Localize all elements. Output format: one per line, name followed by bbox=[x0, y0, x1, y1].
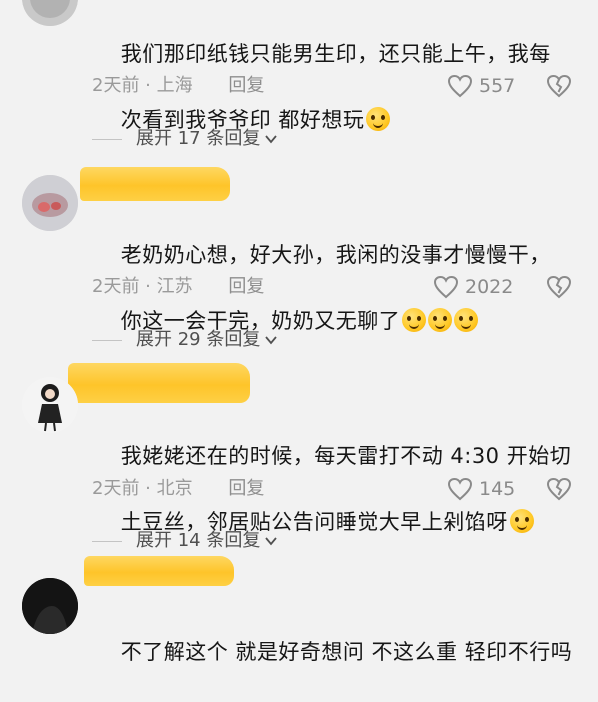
divider bbox=[92, 138, 122, 140]
time-location: 2天前 · 江苏 bbox=[92, 276, 193, 297]
crying-emoji-icon bbox=[402, 308, 427, 332]
expand-replies-button[interactable]: 展开 29 条回复 bbox=[92, 325, 278, 355]
like-count: 557 bbox=[479, 75, 516, 97]
sweat-smile-emoji-icon bbox=[509, 509, 534, 533]
username-redacted bbox=[68, 363, 250, 403]
like-count: 2022 bbox=[465, 276, 514, 298]
like-button[interactable]: 2022 bbox=[433, 272, 513, 302]
like-button[interactable]: 557 bbox=[447, 71, 515, 101]
chevron-down-icon bbox=[265, 336, 278, 345]
expand-replies-button[interactable]: 展开 17 条回复 bbox=[92, 124, 278, 154]
avatar[interactable] bbox=[22, 0, 78, 26]
avatar[interactable] bbox=[22, 377, 78, 433]
divider bbox=[92, 339, 122, 341]
reply-button[interactable]: 回复 bbox=[228, 276, 264, 297]
chevron-down-icon bbox=[265, 135, 278, 144]
username-redacted bbox=[80, 167, 230, 201]
reply-button[interactable]: 回复 bbox=[228, 75, 264, 96]
heart-icon bbox=[433, 275, 459, 299]
crying-emoji-icon bbox=[454, 308, 479, 332]
divider bbox=[92, 540, 122, 542]
crying-emoji-icon bbox=[428, 308, 453, 332]
like-count: 145 bbox=[479, 478, 516, 500]
reply-button[interactable]: 回复 bbox=[228, 478, 264, 499]
comment-meta: 2天前 · 北京 回复 bbox=[92, 474, 264, 504]
comment-meta: 2天前 · 江苏 回复 bbox=[92, 272, 264, 302]
time-location: 2天前 · 上海 bbox=[92, 75, 193, 96]
heart-icon bbox=[447, 477, 473, 501]
comment-text: 不了解这个 就是好奇想问 不这么重 轻印不行吗 bbox=[120, 640, 573, 664]
expand-replies-button[interactable]: 展开 14 条回复 bbox=[92, 526, 278, 556]
username-redacted bbox=[84, 556, 234, 586]
broken-heart-icon[interactable] bbox=[546, 476, 572, 502]
broken-heart-icon[interactable] bbox=[546, 274, 572, 300]
broken-heart-icon[interactable] bbox=[546, 73, 572, 99]
laughing-emoji-icon bbox=[366, 107, 391, 131]
avatar[interactable] bbox=[22, 175, 78, 231]
comment-meta: 2天前 · 上海 回复 bbox=[92, 71, 264, 101]
heart-icon bbox=[447, 74, 473, 98]
chevron-down-icon bbox=[265, 537, 278, 546]
avatar[interactable] bbox=[22, 578, 78, 634]
time-location: 2天前 · 北京 bbox=[92, 478, 193, 499]
like-button[interactable]: 145 bbox=[447, 474, 515, 504]
